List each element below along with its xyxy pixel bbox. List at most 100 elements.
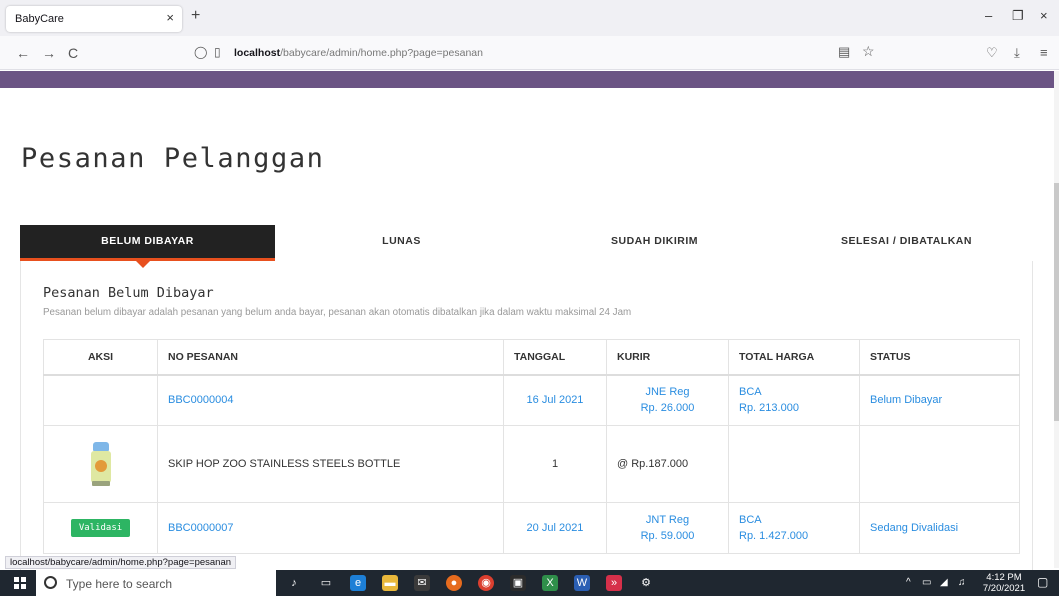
tab-belum-dibayar[interactable]: BELUM DIBAYAR xyxy=(20,225,275,268)
mail-icon[interactable]: ✉ xyxy=(414,575,430,591)
total-cell: BCA Rp. 213.000 xyxy=(728,374,860,426)
tab-lunas[interactable]: LUNAS xyxy=(275,225,528,261)
product-price: @ Rp.187.000 xyxy=(606,425,729,503)
task-view-icon[interactable]: ▭ xyxy=(318,575,334,591)
reader-view-icon[interactable]: ▤ xyxy=(838,44,850,60)
courier-name: JNE Reg xyxy=(645,386,690,399)
restore-button[interactable]: ❐ xyxy=(1012,8,1024,24)
store-icon[interactable]: ▣ xyxy=(510,575,526,591)
total-price: Rp. 213.000 xyxy=(739,402,799,415)
firefox-icon[interactable]: ● xyxy=(446,575,462,591)
table-row: Validasi BBC0000007 20 Jul 2021 JNT Reg … xyxy=(43,502,1020,554)
windows-start-icon[interactable] xyxy=(14,577,26,589)
reload-button[interactable]: C xyxy=(68,45,78,61)
download-icon[interactable]: ⤓ xyxy=(1014,45,1020,61)
status-text: Belum Dibayar xyxy=(859,374,1020,426)
app-icon[interactable]: » xyxy=(606,575,622,591)
menu-icon[interactable]: ≡ xyxy=(1040,45,1048,60)
tab-label: LUNAS xyxy=(382,235,421,247)
taskbar-search[interactable]: Type here to search xyxy=(36,570,276,596)
back-button[interactable]: ← xyxy=(16,45,30,61)
payment-bank: BCA xyxy=(739,386,762,399)
page-scrollbar[interactable] xyxy=(1054,71,1059,568)
section-title: Pesanan Belum Dibayar xyxy=(43,285,214,301)
header-status: STATUS xyxy=(859,339,1020,376)
courier-cell: JNE Reg Rp. 26.000 xyxy=(606,374,729,426)
pocket-icon[interactable]: ♡ xyxy=(986,45,998,61)
bookmark-star-icon[interactable]: ☆ xyxy=(862,43,875,60)
validasi-button[interactable]: Validasi xyxy=(70,519,131,537)
clock-date: 7/20/2021 xyxy=(982,583,1026,594)
taskbar-clock[interactable]: 4:12 PM 7/20/2021 xyxy=(979,572,1029,594)
product-name: SKIP HOP ZOO STAINLESS STEELS BOTTLE xyxy=(157,425,504,503)
table-row: BBC0000004 16 Jul 2021 JNE Reg Rp. 26.00… xyxy=(43,374,1020,426)
excel-icon[interactable]: X xyxy=(542,575,558,591)
tray-network-icon[interactable]: ◢ xyxy=(940,577,948,588)
total-price: Rp. 1.427.000 xyxy=(739,530,809,542)
address-bar[interactable]: ◯ ▯ localhost/babycare/admin/home.php?pa… xyxy=(182,41,892,65)
tray-battery-icon[interactable]: ▭ xyxy=(922,577,931,588)
tab-label: SELESAI / DIBATALKAN xyxy=(841,235,972,247)
payment-bank: BCA xyxy=(739,514,762,526)
microphone-icon[interactable]: ♪ xyxy=(286,575,302,591)
settings-gear-icon[interactable]: ⚙ xyxy=(638,575,654,591)
screen: BabyCare × + – ❐ × ← → C ◯ ▯ localhost/b… xyxy=(0,0,1059,596)
product-qty: 1 xyxy=(503,425,607,503)
tab-title: BabyCare xyxy=(15,13,64,25)
browser-navbar: ← → C ◯ ▯ localhost/babycare/admin/home.… xyxy=(0,36,1059,70)
courier-cost: Rp. 26.000 xyxy=(640,402,695,415)
forward-button[interactable]: → xyxy=(42,45,56,61)
section-description: Pesanan belum dibayar adalah pesanan yan… xyxy=(43,307,632,318)
tab-close-icon[interactable]: × xyxy=(166,10,174,25)
scrollbar-thumb[interactable] xyxy=(1054,183,1059,421)
order-number-link[interactable]: BBC0000004 xyxy=(157,374,504,426)
order-number-link[interactable]: BBC0000007 xyxy=(157,502,504,554)
product-bottle-image xyxy=(90,442,112,486)
new-tab-button[interactable]: + xyxy=(191,7,200,25)
tab-sudah-dikirim[interactable]: SUDAH DIKIRIM xyxy=(528,225,781,261)
link-status-bar: localhost/babycare/admin/home.php?page=p… xyxy=(5,556,237,569)
cortana-icon xyxy=(44,576,57,589)
header-kurir: KURIR xyxy=(606,339,729,376)
action-cell: Validasi xyxy=(43,502,158,554)
empty-cell xyxy=(859,425,1020,503)
minimize-button[interactable]: – xyxy=(985,8,992,23)
product-image-cell xyxy=(43,425,158,503)
table-row: SKIP HOP ZOO STAINLESS STEELS BOTTLE 1 @… xyxy=(43,425,1020,503)
file-explorer-icon[interactable]: ▬ xyxy=(382,575,398,591)
search-placeholder: Type here to search xyxy=(66,577,173,591)
url-path: /babycare/admin/home.php?page=pesanan xyxy=(280,47,483,59)
page-info-icon[interactable]: ▯ xyxy=(214,45,221,59)
tray-volume-icon[interactable]: ♫ xyxy=(958,577,966,588)
windows-taskbar: Type here to search ♪ ▭ e ▬ ✉ ● ◉ ▣ X W … xyxy=(0,570,1059,596)
window-close-button[interactable]: × xyxy=(1040,8,1048,23)
bottle-print xyxy=(94,460,107,472)
bottle-base xyxy=(91,481,110,486)
browser-tab[interactable]: BabyCare × xyxy=(6,6,182,32)
page-title: Pesanan Pelanggan xyxy=(21,143,325,174)
courier-name: JNT Reg xyxy=(645,514,690,526)
url-text[interactable]: localhost/babycare/admin/home.php?page=p… xyxy=(234,47,483,59)
tab-selesai-dibatalkan[interactable]: SELESAI / DIBATALKAN xyxy=(781,225,1032,261)
tab-label: SUDAH DIKIRIM xyxy=(611,235,698,247)
chrome-icon[interactable]: ◉ xyxy=(478,575,494,591)
header-aksi: AKSI xyxy=(43,339,158,376)
bottle-cap xyxy=(92,442,109,451)
tray-chevron-icon[interactable]: ^ xyxy=(906,577,911,588)
order-date: 20 Jul 2021 xyxy=(503,502,607,554)
word-icon[interactable]: W xyxy=(574,575,590,591)
tab-label: BELUM DIBAYAR xyxy=(101,235,194,247)
shield-icon[interactable]: ◯ xyxy=(194,45,207,59)
courier-cell: JNT Reg Rp. 59.000 xyxy=(606,502,729,554)
header-total-harga: TOTAL HARGA xyxy=(728,339,860,376)
courier-cost: Rp. 59.000 xyxy=(640,530,695,542)
table-header-row: AKSI NO PESANAN TANGGAL KURIR TOTAL HARG… xyxy=(43,339,1020,376)
orders-table: AKSI NO PESANAN TANGGAL KURIR TOTAL HARG… xyxy=(43,339,1020,554)
site-header-bar xyxy=(0,71,1054,88)
edge-icon[interactable]: e xyxy=(350,575,366,591)
order-status-tabs: BELUM DIBAYAR LUNAS SUDAH DIKIRIM SELESA… xyxy=(20,225,1032,268)
status-text: Sedang Divalidasi xyxy=(859,502,1020,554)
notification-icon[interactable]: ▢ xyxy=(1037,575,1048,589)
action-cell xyxy=(43,374,158,426)
clock-time: 4:12 PM xyxy=(986,572,1022,583)
